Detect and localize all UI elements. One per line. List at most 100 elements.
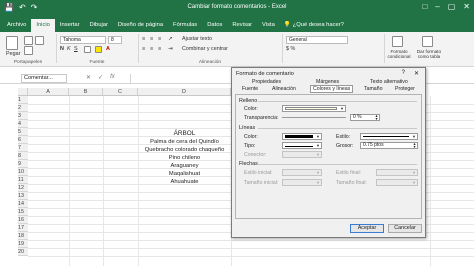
maximize-icon[interactable]: ▢ xyxy=(448,2,456,11)
cancel-icon[interactable]: ✕ xyxy=(86,74,91,81)
format-as-table-icon[interactable] xyxy=(422,36,433,47)
format-as-table-label[interactable]: Dar formato como tabla xyxy=(414,49,444,59)
ok-button[interactable]: Aceptar xyxy=(350,224,384,233)
merge-center-button[interactable]: Combinar y centrar xyxy=(182,46,228,52)
font-color-icon[interactable]: A xyxy=(106,46,110,52)
fill-color-icon[interactable] xyxy=(95,46,102,53)
row-header[interactable]: 9 xyxy=(18,160,28,168)
borders-icon[interactable] xyxy=(84,46,91,53)
row-header[interactable]: 11 xyxy=(18,176,28,184)
transparency-input[interactable]: 0 % ▲ ▼ xyxy=(350,114,380,121)
close-icon[interactable]: ✕ xyxy=(414,70,419,77)
indent-icon[interactable]: ⇥ xyxy=(168,46,173,52)
spinner-icon[interactable]: ▲ ▼ xyxy=(374,114,379,120)
column-header-c[interactable]: C xyxy=(103,88,138,96)
accounting-icon[interactable]: $ % xyxy=(286,46,295,52)
tab-fuente[interactable]: Fuente xyxy=(242,86,258,92)
row-header[interactable]: 20 xyxy=(18,248,28,256)
tab-diseno-pagina[interactable]: Diseño de página xyxy=(113,19,168,32)
tree-item[interactable]: Pino chileno xyxy=(138,155,231,161)
tree-item[interactable]: Ahuahuate xyxy=(138,179,231,185)
column-header-b[interactable]: B xyxy=(69,88,103,96)
font-name-box[interactable]: Tahoma xyxy=(60,36,106,44)
row-header[interactable]: 4 xyxy=(18,120,28,128)
row-header[interactable]: 15 xyxy=(18,208,28,216)
tab-colores-lineas[interactable]: Colores y líneas xyxy=(310,85,354,93)
tab-alineacion[interactable]: Alineación xyxy=(272,86,296,92)
tab-tamano[interactable]: Tamaño xyxy=(364,86,382,92)
row-header[interactable]: 10 xyxy=(18,168,28,176)
tab-vista[interactable]: Vista xyxy=(257,19,280,32)
copy-icon[interactable] xyxy=(24,46,33,55)
cancel-button[interactable]: Cancelar xyxy=(388,224,422,233)
tab-propiedades[interactable]: Propiedades xyxy=(252,79,281,85)
spinner-icon[interactable]: ▲ ▼ xyxy=(412,142,417,148)
tab-revisar[interactable]: Revisar xyxy=(227,19,257,32)
tree-item[interactable]: Palma de cera del Quindío xyxy=(138,139,231,145)
column-header-d[interactable]: D xyxy=(138,88,231,96)
align-left-icon[interactable]: ≡ xyxy=(142,46,145,52)
tab-formulas[interactable]: Fórmulas xyxy=(168,19,202,32)
ribbon-display-icon[interactable]: □ xyxy=(422,2,427,11)
conditional-format-icon[interactable] xyxy=(392,36,403,47)
function-icon[interactable]: fx xyxy=(110,74,115,81)
tab-proteger[interactable]: Proteger xyxy=(395,86,415,92)
row-header[interactable]: 17 xyxy=(18,224,28,232)
row-header[interactable]: 8 xyxy=(18,152,28,160)
row-header[interactable]: 14 xyxy=(18,200,28,208)
align-bottom-icon[interactable]: ≡ xyxy=(158,36,161,42)
enter-icon[interactable]: ✓ xyxy=(98,74,103,81)
paste-icon[interactable] xyxy=(6,36,18,50)
line-type-dropdown[interactable]: ▼ xyxy=(282,142,322,149)
orientation-icon[interactable]: ↗ xyxy=(168,36,173,42)
tab-texto-alternativo[interactable]: Texto alternativo xyxy=(370,79,408,85)
row-header[interactable]: 2 xyxy=(18,104,28,112)
wrap-text-button[interactable]: Ajustar texto xyxy=(182,36,212,42)
row-header[interactable]: 5 xyxy=(18,128,28,136)
row-header[interactable]: 19 xyxy=(18,240,28,248)
row-header[interactable]: 7 xyxy=(18,144,28,152)
align-right-icon[interactable]: ≡ xyxy=(158,46,161,52)
column-header-a[interactable]: A xyxy=(28,88,69,96)
fill-color-dropdown[interactable]: ▼ xyxy=(282,105,346,112)
tree-item[interactable]: Araguaney xyxy=(138,163,231,169)
underline-button[interactable]: S xyxy=(74,46,78,52)
row-header[interactable]: 16 xyxy=(18,216,28,224)
row-header[interactable]: 18 xyxy=(18,232,28,240)
tab-insertar[interactable]: Insertar xyxy=(55,19,85,32)
tab-archivo[interactable]: Archivo xyxy=(2,19,31,32)
tab-inicio[interactable]: Inicio xyxy=(31,19,55,32)
italic-button[interactable]: K xyxy=(67,46,71,52)
row-header[interactable]: 1 xyxy=(18,96,28,104)
name-box[interactable]: Comentar... xyxy=(21,74,67,83)
close-icon[interactable]: ✕ xyxy=(463,2,470,11)
select-all-corner[interactable] xyxy=(18,88,28,96)
minimize-icon[interactable]: – xyxy=(435,2,439,11)
row-header[interactable]: 13 xyxy=(18,192,28,200)
row-header[interactable]: 6 xyxy=(18,136,28,144)
cut-icon[interactable] xyxy=(24,36,33,45)
row-header[interactable]: 3 xyxy=(18,112,28,120)
font-size-box[interactable]: 8 xyxy=(108,36,122,44)
tree-item[interactable]: Maqalishuat xyxy=(138,171,231,177)
format-painter-icon[interactable] xyxy=(35,36,44,45)
number-format-box[interactable]: General xyxy=(286,36,348,44)
header-cell-arbol[interactable]: ÁRBOL xyxy=(138,130,231,137)
align-center-icon[interactable]: ≡ xyxy=(150,46,153,52)
row-header[interactable]: 12 xyxy=(18,184,28,192)
paste-label[interactable]: Pegar xyxy=(6,51,20,57)
help-icon[interactable]: ? xyxy=(402,70,405,76)
tab-dibujar[interactable]: Dibujar xyxy=(85,19,113,32)
formula-input[interactable] xyxy=(130,74,230,83)
align-top-icon[interactable]: ≡ xyxy=(142,36,145,42)
line-color-dropdown[interactable]: ▼ xyxy=(282,133,322,140)
align-middle-icon[interactable]: ≡ xyxy=(150,36,153,42)
conditional-format-label[interactable]: Formato condicional xyxy=(386,49,412,59)
transparency-slider[interactable] xyxy=(282,117,346,122)
tree-item[interactable]: Quebracho colorado chaqueño xyxy=(138,147,231,153)
bold-button[interactable]: N xyxy=(60,46,64,52)
tab-datos[interactable]: Datos xyxy=(202,19,227,32)
tell-me-search[interactable]: 💡 ¿Qué desea hacer? xyxy=(284,19,344,32)
line-weight-input[interactable]: 0.75 ptos ▲ ▼ xyxy=(360,142,418,149)
line-style-dropdown[interactable]: ▼ xyxy=(360,133,418,140)
